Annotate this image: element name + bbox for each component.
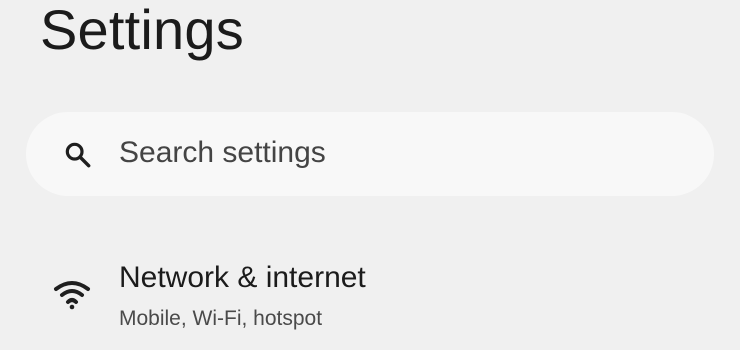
wifi-icon bbox=[54, 281, 90, 310]
search-placeholder: Search settings bbox=[119, 136, 326, 169]
settings-item-network-internet[interactable]: Network & internet Mobile, Wi-Fi, hotspo… bbox=[0, 232, 740, 350]
settings-item-subtitle: Mobile, Wi-Fi, hotspot bbox=[119, 307, 323, 330]
page-title: Settings bbox=[40, 0, 244, 61]
settings-item-title: Network & internet bbox=[119, 261, 366, 294]
search-bar[interactable]: Search settings bbox=[26, 112, 714, 196]
search-icon bbox=[65, 142, 91, 168]
